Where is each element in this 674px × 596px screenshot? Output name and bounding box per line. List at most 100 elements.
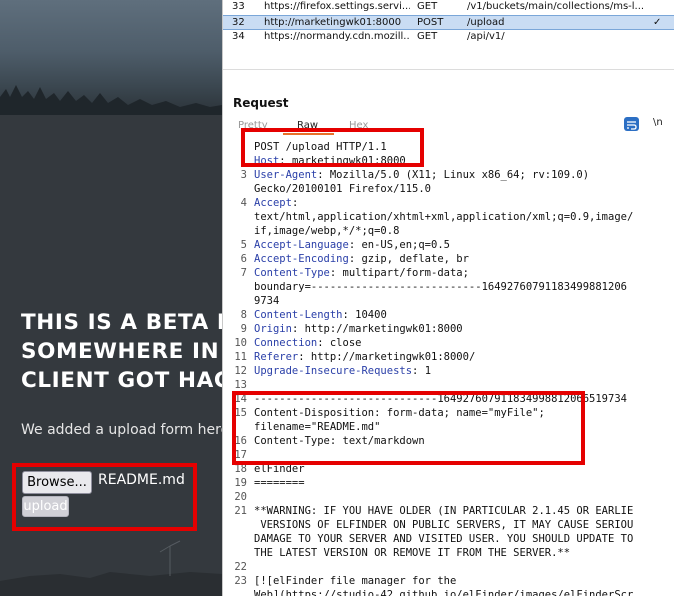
line-text: Accept-Language: en-US,en;q=0.5 bbox=[254, 239, 450, 251]
row-host: https://firefox.settings.servi... bbox=[264, 1, 410, 12]
editor-line: 11 Referer: http://marketingwk01:8000/ bbox=[223, 351, 674, 365]
hero-image bbox=[0, 0, 222, 115]
line-text: DAMAGE TO YOUR SERVER AND VISITED USER. … bbox=[254, 533, 633, 545]
row-url: /upload bbox=[467, 17, 505, 28]
line-text: Origin: http://marketingwk01:8000 bbox=[254, 323, 463, 335]
line-value: 9734 bbox=[254, 295, 280, 307]
line-number: 9 bbox=[240, 323, 247, 335]
line-text: User-Agent: Mozilla/5.0 (X11; Linux x86_… bbox=[254, 169, 589, 181]
line-number: 22 bbox=[234, 561, 247, 573]
line-text: Content-Length: 10400 bbox=[254, 309, 387, 321]
editor-line: text/html,application/xhtml+xml,applicat… bbox=[223, 211, 674, 225]
line-value: [![elFinder file manager for the bbox=[254, 575, 457, 587]
table-row[interactable]: 33 https://firefox.settings.servi... GET… bbox=[223, 0, 674, 15]
line-text: Connection: close bbox=[254, 337, 361, 349]
line-value: : gzip, deflate, br bbox=[348, 253, 469, 265]
line-number: 3 bbox=[240, 169, 247, 181]
row-number: 34 bbox=[232, 31, 245, 42]
row-url: /v1/buckets/main/collections/ms-l... bbox=[467, 1, 645, 12]
editor-line: if,image/webp,*/*;q=0.8 bbox=[223, 225, 674, 239]
line-number: 12 bbox=[234, 365, 247, 377]
line-value: : multipart/form-data; bbox=[329, 267, 469, 279]
line-value: : en-US,en;q=0.5 bbox=[348, 239, 450, 251]
line-value: ======== bbox=[254, 477, 305, 489]
row-number: 32 bbox=[232, 17, 245, 28]
row-url: /api/v1/ bbox=[467, 31, 505, 42]
editor-line: 19 ======== bbox=[223, 477, 674, 491]
header-key: User-Agent bbox=[254, 169, 318, 181]
line-number: 7 bbox=[240, 267, 247, 279]
line-value: THE LATEST VERSION OR REMOVE IT FROM THE… bbox=[254, 547, 571, 559]
header-key: Accept-Encoding bbox=[254, 253, 349, 265]
line-number: 19 bbox=[234, 477, 247, 489]
line-value: : close bbox=[317, 337, 362, 349]
row-number: 33 bbox=[232, 1, 245, 12]
editor-line: 21 **WARNING: IF YOU HAVE OLDER (IN PARTI… bbox=[223, 505, 674, 519]
line-value: : http://marketingwk01:8000/ bbox=[298, 351, 476, 363]
line-text: Gecko/20100101 Firefox/115.0 bbox=[254, 183, 431, 195]
line-number: 10 bbox=[234, 337, 247, 349]
line-value: VERSIONS OF ELFINDER ON PUBLIC SERVERS, … bbox=[254, 519, 634, 531]
row-host: https://normandy.cdn.mozill... bbox=[264, 31, 410, 42]
line-text: Upgrade-Insecure-Requests: 1 bbox=[254, 365, 431, 377]
line-value: Gecko/20100101 Firefox/115.0 bbox=[254, 183, 432, 195]
editor-line: DAMAGE TO YOUR SERVER AND VISITED USER. … bbox=[223, 533, 674, 547]
line-value: DAMAGE TO YOUR SERVER AND VISITED USER. … bbox=[254, 533, 634, 545]
line-text: **WARNING: IF YOU HAVE OLDER (IN PARTICU… bbox=[254, 505, 633, 517]
header-key: Upgrade-Insecure-Requests bbox=[254, 365, 413, 377]
editor-line: 18 elFinder bbox=[223, 463, 674, 477]
editor-line: 6 Accept-Encoding: gzip, deflate, br bbox=[223, 253, 674, 267]
editor-line: VERSIONS OF ELFINDER ON PUBLIC SERVERS, … bbox=[223, 519, 674, 533]
forest-silhouette bbox=[0, 85, 222, 115]
header-key: Content-Type bbox=[254, 267, 330, 279]
show-newlines-toggle[interactable]: \n bbox=[653, 117, 663, 128]
line-value: : Mozilla/5.0 (X11; Linux x86_64; rv:109… bbox=[317, 169, 590, 181]
editor-line: THE LATEST VERSION OR REMOVE IT FROM THE… bbox=[223, 547, 674, 561]
editor-line: Web](https://studio-42.github.io/elFinde… bbox=[223, 589, 674, 596]
headline-line-1: THIS IS A BETA P bbox=[21, 310, 222, 335]
line-value: : bbox=[291, 197, 299, 209]
line-number: 5 bbox=[240, 239, 247, 251]
line-value: **WARNING: IF YOU HAVE OLDER (IN PARTICU… bbox=[254, 505, 634, 517]
landscape-silhouette bbox=[0, 540, 222, 596]
http-history-table: 33 https://firefox.settings.servi... GET… bbox=[223, 0, 674, 45]
editor-line: 12 Upgrade-Insecure-Requests: 1 bbox=[223, 365, 674, 379]
header-key: Accept bbox=[254, 197, 292, 209]
line-text: boundary=---------------------------1649… bbox=[254, 281, 627, 293]
headline-line-3: CLIENT GOT HAC bbox=[21, 368, 222, 393]
row-method: POST bbox=[417, 17, 444, 28]
line-number: 4 bbox=[240, 197, 247, 209]
headline-line-2: SOMEWHERE IN bbox=[21, 339, 220, 364]
line-number: 21 bbox=[234, 505, 247, 517]
row-params-check: ✓ bbox=[653, 17, 662, 28]
line-number: 13 bbox=[234, 379, 247, 391]
header-key: Connection bbox=[254, 337, 318, 349]
header-key: Accept-Language bbox=[254, 239, 349, 251]
line-value: if,image/webp,*/*;q=0.8 bbox=[254, 225, 400, 237]
request-panel-title: Request bbox=[233, 96, 289, 110]
pane-divider[interactable] bbox=[223, 60, 674, 70]
editor-line: 9 Origin: http://marketingwk01:8000 bbox=[223, 323, 674, 337]
wrap-lines-icon[interactable] bbox=[624, 117, 639, 131]
table-row-selected[interactable]: 32 http://marketingwk01:8000 POST /uploa… bbox=[223, 15, 674, 30]
raw-request-editor[interactable]: POST /upload HTTP/1.1 Host: marketingwk01… bbox=[223, 138, 674, 596]
upload-description: We added a upload form here bbox=[21, 422, 222, 438]
line-text: Referer: http://marketingwk01:8000/ bbox=[254, 351, 475, 363]
line-text: Web](https://studio-42.github.io/elFinde… bbox=[254, 589, 633, 596]
editor-line: 22 bbox=[223, 561, 674, 575]
line-text: 9734 bbox=[254, 295, 279, 307]
line-text: [![elFinder file manager for the bbox=[254, 575, 456, 587]
line-value: : http://marketingwk01:8000 bbox=[291, 323, 463, 335]
line-number: 20 bbox=[234, 491, 247, 503]
editor-line: 10 Connection: close bbox=[223, 337, 674, 351]
header-key: Referer bbox=[254, 351, 299, 363]
hero-headline: THIS IS A BETA P SOMEWHERE IN CLIENT GOT… bbox=[21, 308, 222, 395]
annotation-box-request-line bbox=[241, 128, 424, 167]
editor-line: 20 bbox=[223, 491, 674, 505]
table-row[interactable]: 34 https://normandy.cdn.mozill... GET /a… bbox=[223, 30, 674, 45]
row-method: GET bbox=[417, 31, 438, 42]
annotation-box-multipart-header bbox=[232, 391, 585, 465]
line-text: Content-Type: multipart/form-data; bbox=[254, 267, 469, 279]
editor-line: 9734 bbox=[223, 295, 674, 309]
line-value: text/html,application/xhtml+xml,applicat… bbox=[254, 211, 634, 223]
